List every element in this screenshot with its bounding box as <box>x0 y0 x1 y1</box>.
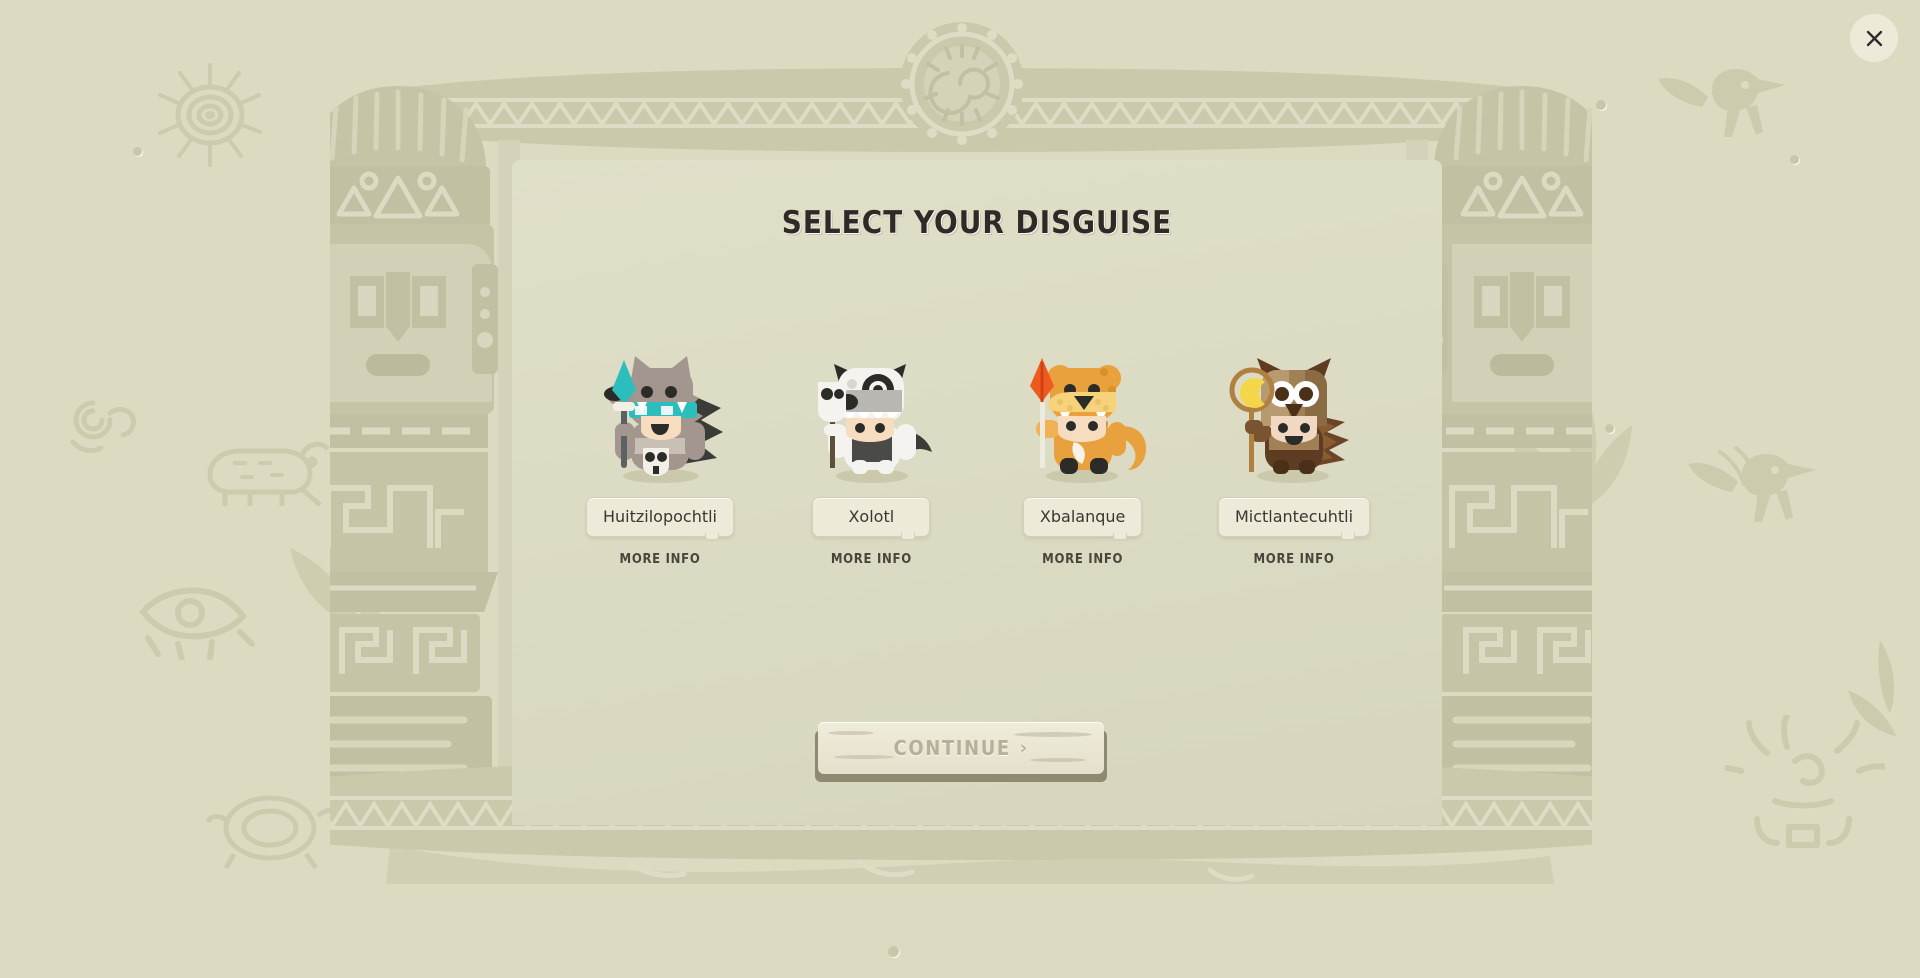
stone-streak <box>828 731 874 735</box>
eye-glyph <box>128 570 258 660</box>
jaguar-glyph <box>190 415 340 510</box>
character-card-xolotl[interactable]: Xolotl MORE INFO <box>781 350 961 567</box>
more-info-link[interactable]: MORE INFO <box>619 552 700 567</box>
character-card-mictlantecuhtli[interactable]: Mictlantecuhtli MORE INFO <box>1204 350 1384 567</box>
continue-button-label: CONTINUE <box>893 736 1011 760</box>
bird-glyph-top <box>1650 45 1800 155</box>
page-title: SELECT YOUR DISGUISE <box>781 205 1173 241</box>
face-glyph <box>1725 715 1885 850</box>
bird-glyph-mid <box>1680 430 1830 540</box>
character-card-xbalanque[interactable]: Xbalanque MORE INFO <box>993 350 1173 567</box>
jaguar-avatar <box>1008 350 1158 485</box>
character-name-plate[interactable]: Huitzilopochtli <box>585 497 734 540</box>
feather-glyph <box>1840 630 1920 770</box>
chevron-right-icon: › <box>1019 736 1029 759</box>
close-icon <box>1865 29 1884 48</box>
continue-button[interactable]: CONTINUE › <box>818 722 1104 774</box>
character-name-plate[interactable]: Xbalanque <box>1022 497 1143 540</box>
snail-spiral-glyph <box>55 380 145 460</box>
leaf-glyph-right <box>1500 355 1640 555</box>
character-name-plate[interactable]: Xolotl <box>812 497 931 540</box>
mote <box>133 147 142 156</box>
character-roster: Huitzilopochtli MORE INFO Xolotl MORE IN… <box>570 350 1384 600</box>
turtle-glyph <box>200 780 350 875</box>
stone-streak <box>1030 758 1086 762</box>
wolf-warrior-avatar <box>585 350 735 485</box>
mote <box>1474 808 1484 818</box>
character-card-huitzilopochtli[interactable]: Huitzilopochtli MORE INFO <box>570 350 750 567</box>
close-button[interactable] <box>1850 14 1898 62</box>
more-info-link[interactable]: MORE INFO <box>1042 552 1123 567</box>
character-name-plate[interactable]: Mictlantecuhtli <box>1217 497 1371 540</box>
spiral-sun-glyph <box>150 55 270 175</box>
mote <box>1596 100 1606 110</box>
disguise-selection-screen: SELECT YOUR DISGUISE Huitzilopochtli MOR… <box>0 0 1920 978</box>
stone-streak <box>834 755 894 759</box>
dog-shaman-avatar <box>796 350 946 485</box>
more-info-link[interactable]: MORE INFO <box>831 552 912 567</box>
leaf-glyph-left <box>280 470 420 670</box>
mote <box>1605 424 1614 433</box>
owl-avatar <box>1219 350 1369 485</box>
continue-button-wrapper: CONTINUE › <box>815 722 1107 782</box>
mote <box>1790 155 1799 164</box>
more-info-link[interactable]: MORE INFO <box>1253 552 1334 567</box>
mote <box>888 946 899 957</box>
